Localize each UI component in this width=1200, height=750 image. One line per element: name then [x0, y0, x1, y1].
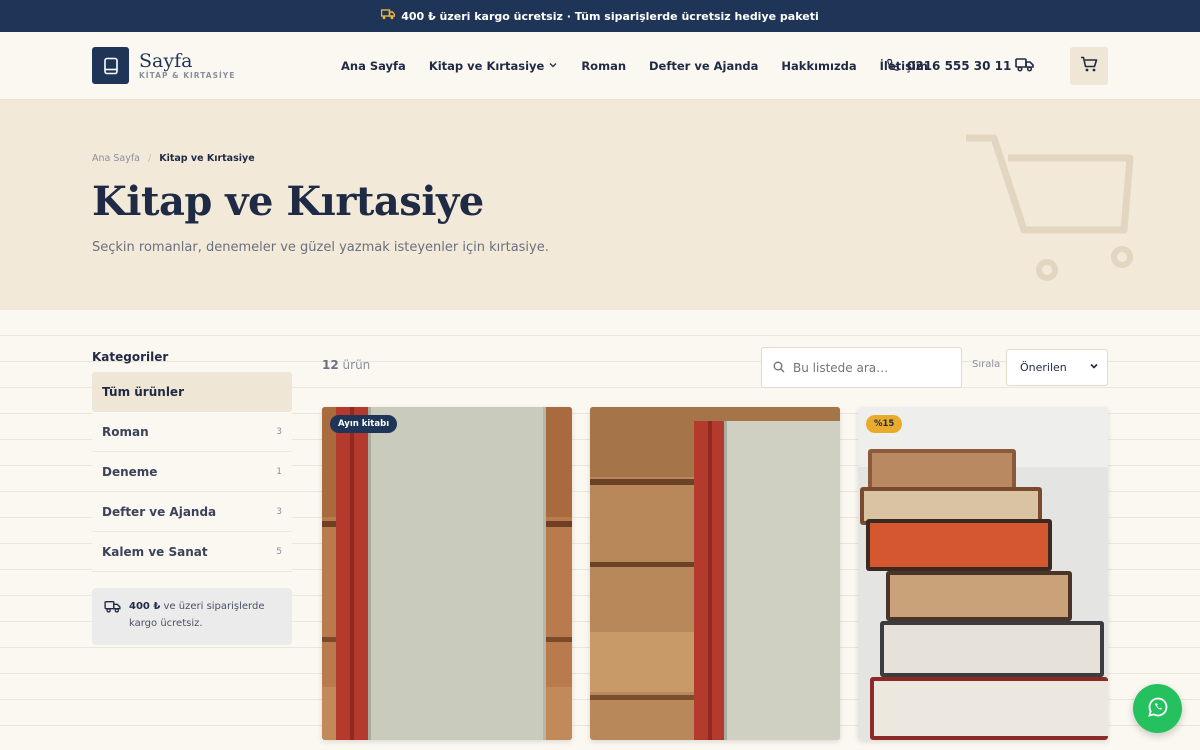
- truck-icon[interactable]: [1015, 57, 1034, 76]
- nav-item-books-stationery[interactable]: Kitap ve Kırtasiye: [429, 59, 559, 73]
- sidebar-item-label: Tüm ürünler: [102, 384, 184, 399]
- product-image: [590, 407, 840, 740]
- sidebar-item-count: 3: [276, 506, 282, 517]
- product-image: [858, 407, 1108, 740]
- phone-icon: [886, 58, 900, 75]
- nav-item-notebook[interactable]: Defter ve Ajanda: [649, 59, 758, 73]
- shipping-threshold: 400 ₺: [129, 601, 161, 612]
- sidebar-title: Kategoriler: [92, 350, 169, 364]
- search-input[interactable]: [793, 360, 943, 375]
- product-card[interactable]: Ayın kitabı: [322, 407, 572, 740]
- nav-label: Defter ve Ajanda: [649, 59, 759, 73]
- sidebar-item-label: Roman: [102, 424, 149, 439]
- nav-label: Ana Sayfa: [341, 59, 406, 73]
- truck-icon: [381, 9, 396, 23]
- sidebar-item-all[interactable]: Tüm ürünler: [92, 372, 292, 412]
- sort-select[interactable]: Önerilen: [1006, 349, 1108, 386]
- main-nav: Ana Sayfa Kitap ve Kırtasiye Roman Defte…: [341, 32, 928, 100]
- page-hero: Ana Sayfa / Kitap ve Kırtasiye Kitap ve …: [0, 100, 1200, 310]
- nav-label: Kitap ve Kırtasiye: [428, 59, 545, 73]
- nav-item-novel[interactable]: Roman: [581, 59, 626, 73]
- nav-item-home[interactable]: Ana Sayfa: [341, 59, 406, 73]
- brand-tagline: KİTAP & KIRTASİYE: [139, 71, 236, 80]
- chevron-down-icon: [548, 59, 558, 73]
- sidebar-item-roman[interactable]: Roman 3: [92, 412, 292, 452]
- sidebar-item-count: 1: [276, 466, 282, 477]
- cart-icon: [960, 130, 1140, 294]
- book-icon: [92, 47, 129, 84]
- sidebar-item-defter-ajanda[interactable]: Defter ve Ajanda 3: [92, 492, 292, 532]
- sidebar-item-count: 5: [276, 546, 282, 557]
- announcement-bar: 400 ₺ üzeri kargo ücretsiz · Tüm sipariş…: [0, 0, 1200, 32]
- sort-value: Önerilen: [1020, 361, 1067, 374]
- category-sidebar: Kategoriler Tüm ürünler Roman 3 Deneme 1…: [92, 350, 292, 645]
- nav-label: Roman: [581, 59, 627, 73]
- breadcrumb-separator: /: [148, 153, 152, 164]
- sidebar-item-deneme[interactable]: Deneme 1: [92, 452, 292, 492]
- sidebar-item-label: Deneme: [102, 464, 158, 479]
- nav-label: Hakkımızda: [781, 59, 857, 73]
- announcement-text: 400 ₺ üzeri kargo ücretsiz · Tüm sipariş…: [401, 9, 819, 23]
- nav-item-about[interactable]: Hakkımızda: [781, 59, 856, 73]
- search-icon: [773, 358, 785, 377]
- chevron-down-icon: [1089, 361, 1099, 374]
- brand-name: Sayfa: [139, 50, 193, 72]
- product-count: 12 ürün: [322, 358, 370, 372]
- listing-search: [761, 347, 962, 388]
- product-image: [322, 407, 572, 740]
- product-card[interactable]: %15: [858, 407, 1108, 740]
- cart-icon: [1080, 56, 1098, 77]
- shipping-info-box: 400 ₺ ve üzeri siparişlerde kargo ücrets…: [92, 588, 292, 645]
- logo[interactable]: Sayfa KİTAP & KIRTASİYE: [92, 47, 235, 84]
- breadcrumb-home[interactable]: Ana Sayfa: [92, 153, 140, 164]
- product-badge: %15: [866, 415, 903, 433]
- shipping-info-text: 400 ₺ ve üzeri siparişlerde kargo ücrets…: [129, 598, 280, 635]
- breadcrumb-current: Kitap ve Kırtasiye: [159, 153, 255, 164]
- breadcrumb: Ana Sayfa / Kitap ve Kırtasiye: [92, 153, 255, 164]
- sidebar-item-label: Defter ve Ajanda: [102, 504, 217, 519]
- site-header: Sayfa KİTAP & KIRTASİYE Ana Sayfa Kitap …: [0, 32, 1200, 100]
- phone-link[interactable]: 0216 555 30 11: [886, 32, 1011, 100]
- whatsapp-icon: [1147, 696, 1169, 722]
- truck-icon: [104, 598, 121, 635]
- sort-label: Sırala: [972, 359, 1001, 370]
- product-card[interactable]: [590, 407, 840, 740]
- whatsapp-button[interactable]: [1133, 684, 1182, 733]
- page-title: Kitap ve Kırtasiye: [92, 178, 484, 225]
- cart-button[interactable]: [1070, 47, 1108, 85]
- sidebar-item-count: 3: [276, 426, 282, 437]
- product-count-suffix: ürün: [342, 358, 371, 372]
- product-badge: Ayın kitabı: [330, 415, 398, 433]
- sidebar-item-label: Kalem ve Sanat: [102, 544, 208, 559]
- product-count-number: 12: [322, 358, 339, 372]
- phone-number: 0216 555 30 11: [907, 59, 1012, 73]
- page-subtitle: Seçkin romanlar, denemeler ve güzel yazm…: [92, 240, 549, 255]
- sidebar-item-kalem-sanat[interactable]: Kalem ve Sanat 5: [92, 532, 292, 572]
